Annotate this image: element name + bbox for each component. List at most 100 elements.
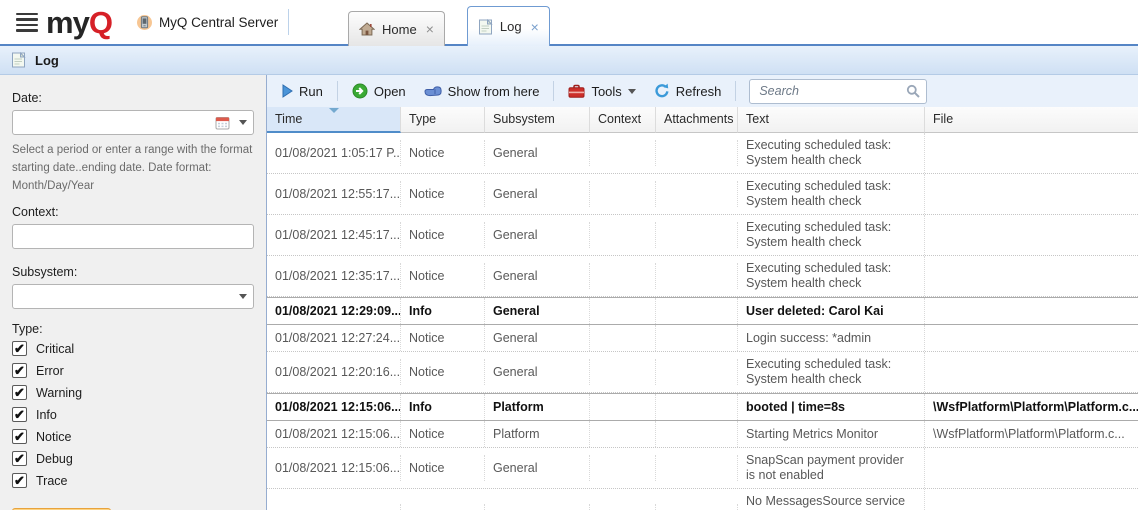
type-checkbox-info[interactable]: ✔Info (12, 407, 254, 422)
log-toolbar: Run Open Show from here (267, 75, 1138, 107)
logo-text-q: Q (89, 7, 112, 38)
column-header-context[interactable]: Context (590, 107, 656, 133)
topbar: myQ MyQ Central Server Home × Log (0, 0, 1138, 46)
cell-file: \WsfPlatform\Platform\Platform.c... (925, 394, 1138, 420)
cell-text: User deleted: Carol Kai (738, 298, 925, 324)
type-checkbox-label: Error (36, 364, 64, 378)
checkbox-checked-icon[interactable]: ✔ (12, 341, 27, 356)
type-checkbox-error[interactable]: ✔ Error (12, 363, 254, 378)
cell-text: Executing scheduled task: System health … (738, 215, 925, 255)
cell-subsystem: General (485, 181, 590, 207)
checkbox-checked-icon[interactable]: ✔ (12, 407, 27, 422)
tools-button[interactable]: Tools (561, 81, 642, 102)
page-title-bar: Log (0, 46, 1138, 75)
table-row[interactable]: 01/08/2021 1:05:17 P...NoticeGeneralExec… (267, 133, 1138, 174)
table-row[interactable]: 01/08/2021 12:15:06...NoticePlatformStar… (267, 421, 1138, 448)
show-from-here-button[interactable]: Show from here (417, 81, 547, 102)
context-label: Context: (12, 205, 254, 219)
type-checkbox-trace[interactable]: ✔Trace (12, 473, 254, 488)
table-row[interactable]: 01/08/2021 12:45:17...NoticeGeneralExecu… (267, 215, 1138, 256)
run-label: Run (299, 84, 323, 99)
cell-file (925, 298, 1138, 324)
cell-context (590, 298, 656, 324)
run-icon (282, 84, 293, 98)
type-checkbox-critical[interactable]: ✔Critical (12, 341, 254, 356)
cell-attachments (656, 359, 738, 385)
checkbox-checked-icon[interactable]: ✔ (12, 451, 27, 466)
cell-subsystem: Platform (485, 394, 590, 420)
server-label: MyQ Central Server (159, 15, 278, 30)
myq-logo[interactable]: myQ (46, 7, 112, 38)
server-icon (136, 14, 153, 31)
column-header-type[interactable]: Type (401, 107, 485, 133)
open-button[interactable]: Open (345, 80, 413, 102)
table-row[interactable]: 01/08/2021 12:15:06...NoticePlatformMess… (267, 489, 1138, 510)
checkbox-checked-icon[interactable]: ✔ (12, 473, 27, 488)
logo-text-my: my (46, 7, 89, 38)
refresh-button[interactable]: Refresh (647, 80, 729, 102)
cell-time: 01/08/2021 12:15:06... (267, 394, 401, 420)
column-header-label: File (933, 112, 953, 126)
subsystem-select[interactable] (12, 284, 254, 309)
tab-log-close-icon[interactable]: × (531, 20, 539, 34)
cell-subsystem: Platform (485, 504, 590, 510)
column-header-label: Attachments (664, 112, 733, 126)
cell-type: Notice (401, 325, 485, 351)
cell-attachments (656, 222, 738, 248)
type-checkbox-debug[interactable]: ✔Debug (12, 451, 254, 466)
cell-time: 01/08/2021 12:45:17... (267, 222, 401, 248)
tab-home-close-icon[interactable]: × (426, 22, 434, 36)
run-button[interactable]: Run (275, 81, 330, 102)
type-checkbox-notice[interactable]: ✔ Notice (12, 429, 254, 444)
calendar-icon[interactable] (215, 116, 230, 130)
cell-file (925, 325, 1138, 351)
cell-attachments (656, 504, 738, 510)
checkbox-checked-icon[interactable]: ✔ (12, 363, 27, 378)
cell-attachments (656, 263, 738, 289)
column-header-label: Subsystem (493, 112, 555, 126)
column-header-file[interactable]: File (925, 107, 1138, 133)
filter-sidebar: Date: Select a period or enter a range w… (0, 75, 267, 510)
table-row[interactable]: 01/08/2021 12:55:17...NoticeGeneralExecu… (267, 174, 1138, 215)
context-input[interactable] (12, 224, 254, 249)
type-checkbox-label: Notice (36, 430, 71, 444)
pointer-hand-icon (424, 86, 442, 97)
table-row[interactable]: 01/08/2021 12:20:16...NoticeGeneralExecu… (267, 352, 1138, 393)
cell-context (590, 421, 656, 447)
cell-time: 01/08/2021 12:15:06... (267, 455, 401, 481)
cell-file (925, 359, 1138, 385)
type-checkbox-warning[interactable]: ✔Warning (12, 385, 254, 400)
tab-log[interactable]: Log × (467, 6, 550, 46)
column-header-subsystem[interactable]: Subsystem (485, 107, 590, 133)
type-label: Type: (12, 322, 254, 336)
tabstrip: Home × Log × (348, 0, 550, 46)
checkbox-checked-icon[interactable]: ✔ (12, 385, 27, 400)
column-header-time[interactable]: Time (267, 107, 401, 133)
cell-file (925, 140, 1138, 166)
table-row[interactable]: 01/08/2021 12:15:06...InfoPlatformbooted… (267, 393, 1138, 421)
table-row[interactable]: 01/08/2021 12:35:17...NoticeGeneralExecu… (267, 256, 1138, 297)
column-header-text[interactable]: Text (738, 107, 925, 133)
cell-type: Notice (401, 222, 485, 248)
cell-text: booted | time=8s (738, 394, 925, 420)
page-title: Log (35, 53, 59, 68)
tab-log-label: Log (500, 19, 522, 34)
column-header-label: Context (598, 112, 641, 126)
table-row[interactable]: 01/08/2021 12:27:24...NoticeGeneralLogin… (267, 325, 1138, 352)
cell-context (590, 394, 656, 420)
table-search-input[interactable] (749, 79, 927, 104)
checkbox-checked-icon[interactable]: ✔ (12, 429, 27, 444)
column-header-attachments[interactable]: Attachments (656, 107, 738, 133)
cell-subsystem: General (485, 298, 590, 324)
cell-text: Executing scheduled task: System health … (738, 256, 925, 296)
hamburger-menu-icon[interactable] (16, 13, 38, 32)
cell-text: SnapScan payment provider is not enabled (738, 448, 925, 488)
refresh-label: Refresh (676, 84, 722, 99)
subsystem-dropdown-icon[interactable] (239, 294, 247, 299)
cell-attachments (656, 455, 738, 481)
table-row[interactable]: 01/08/2021 12:29:09...InfoGeneralUser de… (267, 297, 1138, 325)
tab-home[interactable]: Home × (348, 11, 445, 46)
cell-attachments (656, 140, 738, 166)
table-row[interactable]: 01/08/2021 12:15:06...NoticeGeneralSnapS… (267, 448, 1138, 489)
date-dropdown-icon[interactable] (239, 120, 247, 125)
